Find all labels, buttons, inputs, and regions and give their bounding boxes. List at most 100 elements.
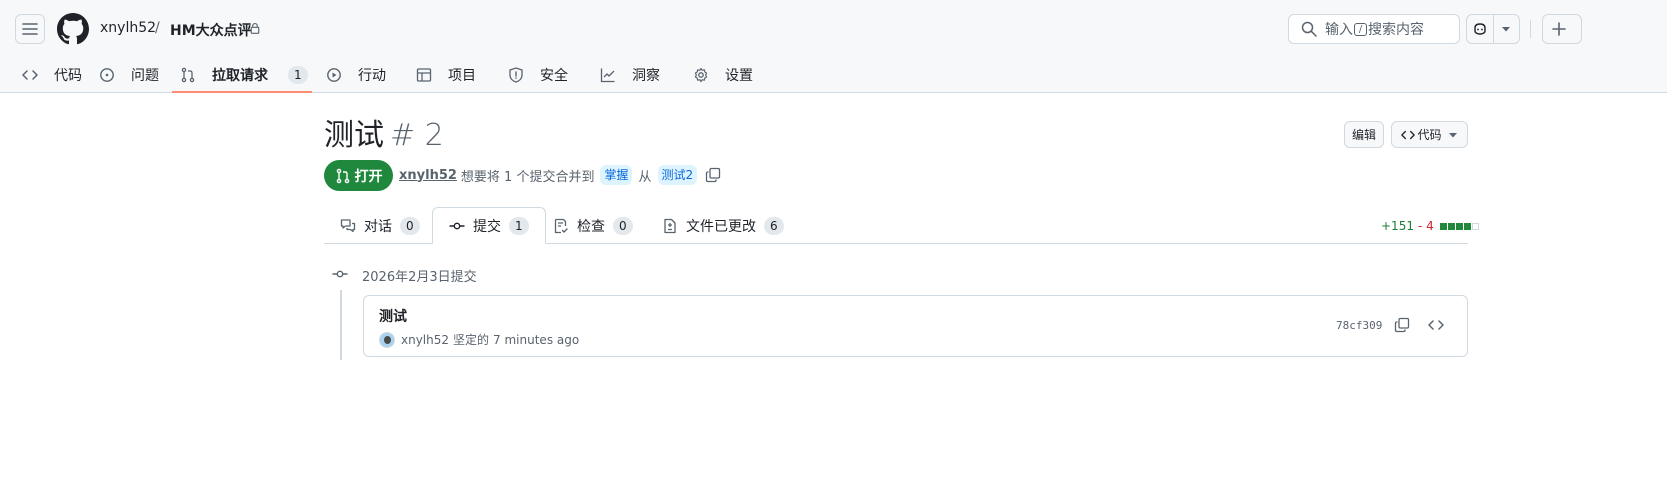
tab-commits-label: 提交 [473, 218, 501, 235]
pr-author-link[interactable]: xnylh52 [399, 168, 457, 183]
git-pull-request-icon [181, 67, 195, 82]
commit-author-line: xnylh52 坚定的 7 minutes ago [379, 331, 579, 348]
search-icon [1301, 21, 1317, 37]
shield-icon [509, 66, 523, 83]
status-label: 打开 [354, 168, 383, 185]
diffstat-block-added [1463, 222, 1471, 230]
menu-button[interactable] [15, 14, 45, 44]
tab-files-changed-label: 文件已更改 [686, 218, 756, 235]
edit-title-button[interactable]: 编辑 [1344, 121, 1384, 148]
commit-author-link[interactable]: xnylh52 [401, 333, 449, 347]
app-header: xnylh52 / HM大众点评 输入 / 搜索内容 代码 问题 拉取请求 1 … [0, 0, 1667, 93]
tab-pull-requests[interactable]: 拉取请求 1 [180, 56, 308, 93]
timeline-line [340, 290, 342, 360]
checklist-icon [554, 218, 568, 233]
create-new-button[interactable] [1542, 14, 1582, 44]
play-icon [327, 67, 341, 82]
commit-time: 7 minutes ago [493, 332, 580, 347]
diffstat: +151 - 4 [1381, 219, 1480, 233]
commit-sha-link[interactable]: 78cf309 [1336, 319, 1382, 332]
header-divider [1530, 20, 1531, 38]
tab-checks[interactable]: 检查 0 [537, 207, 649, 244]
additions-count: +151 [1381, 219, 1414, 233]
code-icon[interactable] [1428, 317, 1444, 333]
tab-conversation[interactable]: 对话 0 [324, 207, 436, 244]
table-icon [416, 67, 432, 82]
tab-checks-count: 0 [613, 216, 633, 235]
tab-security-label: 安全 [540, 67, 568, 84]
git-commit-icon [332, 266, 348, 282]
copy-icon[interactable] [705, 167, 721, 183]
plus-icon [1552, 22, 1566, 36]
copilot-button[interactable] [1467, 15, 1493, 43]
git-commit-icon [449, 222, 465, 229]
search-input[interactable]: 输入 / 搜索内容 [1288, 14, 1460, 44]
active-tab-underline [172, 91, 312, 93]
status-badge: 打开 [324, 160, 393, 191]
search-placeholder-post: 搜索内容 [1368, 22, 1424, 38]
tab-projects-label: 项目 [448, 67, 476, 84]
tab-commits-count: 1 [509, 216, 529, 235]
copilot-icon [1474, 23, 1486, 35]
pull-requests-count: 1 [288, 65, 308, 84]
tab-insights[interactable]: 洞察 [600, 56, 660, 93]
page-title: 测试 # 2 [324, 116, 444, 156]
tab-issues-label: 问题 [131, 67, 159, 84]
tab-security[interactable]: 安全 [508, 56, 568, 93]
pr-meta: xnylh52 想要将 1 个提交合并到 掌握 从 测试2 [399, 165, 721, 185]
triangle-down-icon [1448, 132, 1457, 137]
code-dropdown-label: 代码 [1417, 128, 1442, 142]
deletions-count: - 4 [1417, 219, 1434, 233]
pr-number: # 2 [390, 118, 444, 153]
base-branch[interactable]: 掌握 [600, 165, 633, 185]
lock-icon [250, 22, 260, 34]
code-icon [22, 69, 38, 80]
github-logo-icon[interactable] [57, 13, 89, 45]
triangle-down-icon [1502, 27, 1511, 32]
tab-actions-label: 行动 [358, 67, 386, 84]
search-placeholder-pre: 输入 [1325, 22, 1353, 38]
tab-conversation-count: 0 [400, 216, 420, 235]
breadcrumb-repo[interactable]: HM大众点评 [170, 20, 252, 40]
issue-opened-icon [100, 67, 114, 82]
copilot-button-group [1466, 14, 1520, 44]
graph-icon [600, 68, 615, 82]
copilot-dropdown-button[interactable] [1492, 15, 1519, 43]
diffstat-block-neutral [1471, 222, 1479, 230]
code-icon [1401, 130, 1416, 139]
list-item: 测试 xnylh52 坚定的 7 minutes ago 78cf309 [363, 295, 1468, 357]
three-bars-icon [22, 23, 38, 35]
tab-issues[interactable]: 问题 [99, 56, 159, 93]
diffstat-block-added [1447, 222, 1455, 230]
breadcrumb-separator: / [155, 20, 160, 36]
comment-discussion-icon [340, 218, 356, 232]
tab-settings[interactable]: 设置 [693, 56, 753, 93]
tab-files-changed-count: 6 [764, 216, 784, 235]
avatar-face [384, 335, 391, 344]
copy-icon[interactable] [1394, 317, 1410, 333]
search-shortcut-key: / [1354, 22, 1367, 36]
from-text: 从 [638, 169, 652, 185]
tab-code-label: 代码 [54, 67, 82, 84]
tab-code[interactable]: 代码 [22, 56, 82, 93]
tab-actions[interactable]: 行动 [326, 56, 386, 93]
merge-text: 想要将 1 个提交合并到 [460, 169, 595, 185]
code-dropdown-button[interactable]: 代码 [1391, 121, 1468, 148]
tab-files-changed[interactable]: 文件已更改 6 [646, 207, 800, 244]
diffstat-block-added [1455, 222, 1463, 230]
gear-icon [694, 67, 708, 82]
git-pull-request-icon [336, 168, 349, 183]
tab-settings-label: 设置 [725, 67, 753, 84]
diffstat-blocks [1439, 222, 1480, 230]
commit-action: 坚定的 [453, 333, 490, 347]
head-branch[interactable]: 测试2 [657, 165, 698, 185]
breadcrumb-owner[interactable]: xnylh52 [100, 20, 156, 36]
avatar[interactable] [379, 331, 395, 348]
tab-pull-requests-label: 拉取请求 [212, 67, 268, 84]
file-diff-icon [664, 218, 676, 233]
tab-checks-label: 检查 [577, 218, 605, 235]
edit-title-label: 编辑 [1351, 128, 1376, 142]
commit-message-link[interactable]: 测试 [379, 306, 407, 326]
tab-commits[interactable]: 提交 1 [432, 207, 546, 244]
tab-projects[interactable]: 项目 [416, 56, 476, 93]
